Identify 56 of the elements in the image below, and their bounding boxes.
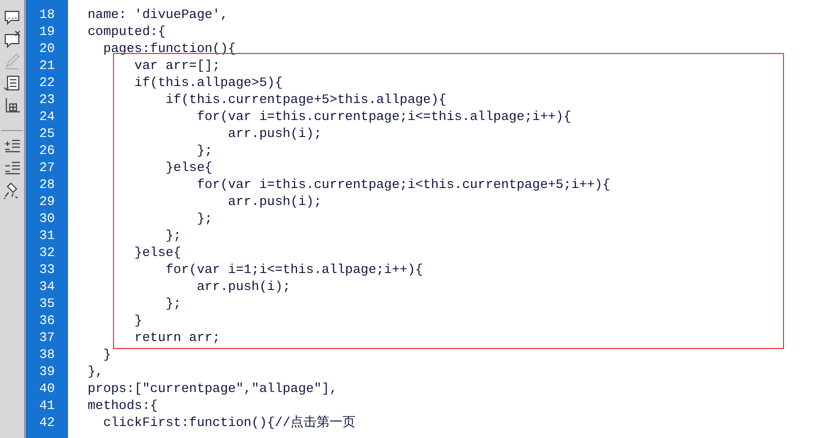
code-line: }else{: [164, 159, 212, 176]
line-number: 28: [39, 176, 55, 193]
code-line: }: [102, 346, 112, 363]
code-line: if(this.currentpage+5>this.allpage){: [164, 91, 446, 108]
code-line: clickFirst:function(){//点击第一页: [102, 414, 356, 431]
line-number: 23: [39, 91, 55, 108]
code-line: arr.push(i);: [227, 125, 322, 142]
code-line: for(var i=this.currentpage;i<=this.allpage;i++){: [196, 108, 572, 125]
line-number: 31: [39, 227, 55, 244]
speech-bubble-icon[interactable]: [3, 30, 21, 48]
line-number: 38: [39, 346, 55, 363]
line-number: 25: [39, 125, 55, 142]
indent-icon[interactable]: [3, 137, 21, 155]
code-line: if(this.allpage>5){: [133, 74, 283, 91]
code-line: }: [133, 312, 142, 329]
line-number: 41: [39, 397, 55, 414]
code-line: for(var i=this.currentpage;i<this.currentpage+5;i++){: [196, 176, 610, 193]
line-number: 22: [39, 74, 55, 91]
code-line: },: [86, 363, 104, 380]
line-number: 39: [39, 363, 55, 380]
line-number: 34: [39, 278, 55, 295]
code-line: };: [196, 142, 212, 159]
code-line: arr.push(i);: [196, 278, 290, 295]
table-icon[interactable]: [3, 96, 21, 114]
speech-bubble-icon[interactable]: [3, 8, 21, 26]
code-line: var arr=[];: [133, 57, 220, 74]
line-number: 40: [39, 380, 55, 397]
line-number: 19: [39, 23, 55, 40]
line-number: 33: [39, 261, 55, 278]
line-number: 20: [39, 40, 55, 57]
line-number: 26: [39, 142, 55, 159]
code-line: };: [164, 295, 182, 312]
code-line: for(var i=1;i<=this.allpage;i++){: [164, 261, 424, 278]
line-number: 29: [39, 193, 55, 210]
code-line: pages:function(){: [102, 40, 236, 57]
line-number: 32: [39, 244, 55, 261]
code-line: name: 'divuePage',: [86, 6, 228, 23]
code-line: return arr;: [133, 329, 220, 346]
code-line: arr.push(i);: [227, 193, 322, 210]
code-line: computed:{: [86, 23, 166, 40]
line-number: 35: [39, 295, 55, 312]
document-icon[interactable]: [3, 74, 21, 92]
line-number: 27: [39, 159, 55, 176]
line-number: 37: [39, 329, 55, 346]
code-line: }else{: [133, 244, 182, 261]
line-number: 30: [39, 210, 55, 227]
line-number: 36: [39, 312, 55, 329]
line-number: 18: [39, 6, 55, 23]
code-line: };: [164, 227, 182, 244]
line-number: 42: [39, 414, 55, 431]
line-number: 24: [39, 108, 55, 125]
outdent-icon[interactable]: [3, 159, 21, 177]
code-line: };: [196, 210, 212, 227]
code-line: props:["currentpage","allpage"],: [86, 380, 338, 397]
code-line: methods:{: [86, 397, 158, 414]
line-number: 21: [39, 57, 55, 74]
